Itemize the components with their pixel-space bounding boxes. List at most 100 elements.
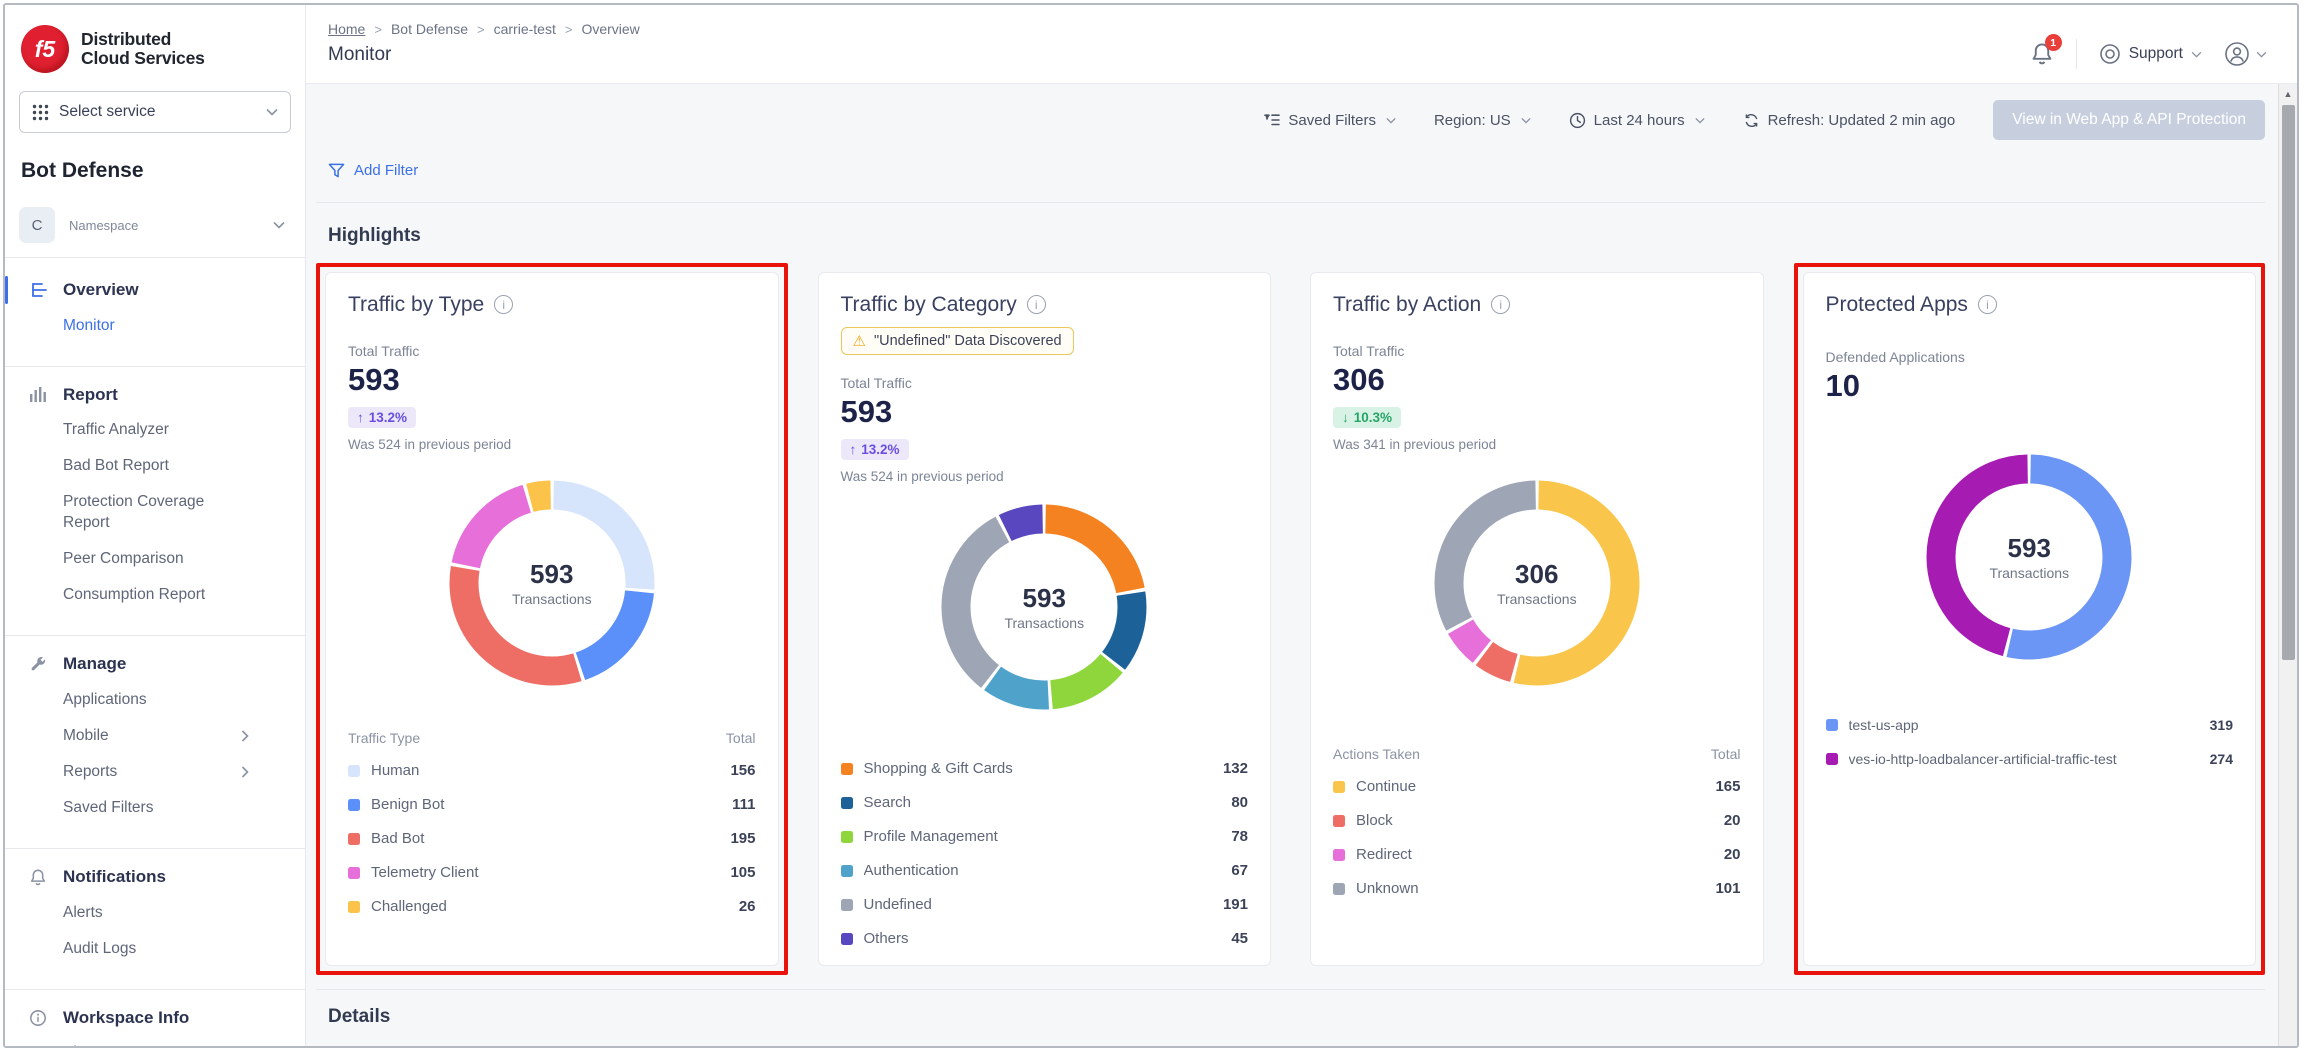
highlights-heading: Highlights	[328, 225, 2265, 247]
info-icon	[27, 1008, 49, 1028]
legend-label: Telemetry Client	[371, 864, 720, 881]
donut-center-value: 306	[1515, 559, 1558, 590]
card-title: Traffic by Category	[841, 293, 1017, 317]
legend-row: Undefined191	[841, 888, 1249, 922]
legend-swatch	[1333, 883, 1345, 895]
sidebar-item-alerts[interactable]: Alerts	[5, 895, 267, 931]
donut-center-value: 593	[2008, 533, 2051, 564]
sidebar-item-monitor[interactable]: Monitor	[5, 308, 267, 344]
notifications-bell-button[interactable]: 1	[2030, 41, 2054, 67]
notification-count-badge: 1	[2045, 34, 2062, 51]
legend-value: 195	[730, 830, 755, 847]
legend-label: Human	[371, 762, 720, 779]
product-title: Bot Defense	[21, 159, 289, 183]
sidebar-group-label: Report	[63, 385, 118, 405]
info-icon[interactable]: i	[494, 295, 513, 314]
previous-period-text: Was 524 in previous period	[841, 469, 1249, 484]
namespace-dropdown[interactable]: C Namespace	[19, 207, 291, 243]
sidebar-item-applications[interactable]: Applications	[5, 682, 267, 718]
chevron-down-icon	[266, 108, 278, 116]
legend-header-total: Total	[1711, 746, 1741, 762]
sidebar-item-notifications[interactable]: Notifications	[5, 859, 305, 895]
sidebar-item-audit-logs[interactable]: Audit Logs	[5, 931, 267, 967]
account-menu[interactable]	[2224, 41, 2267, 67]
saved-filters-dropdown[interactable]: Saved Filters	[1264, 112, 1396, 129]
legend-swatch	[1333, 781, 1345, 793]
main-area: Home > Bot Defense > carrie-test > Overv…	[306, 5, 2297, 1046]
legend-value: 101	[1715, 880, 1740, 897]
divider	[2076, 39, 2077, 69]
legend-label: Block	[1356, 812, 1714, 829]
chevron-right-icon	[241, 730, 249, 742]
sidebar-item-reports[interactable]: Reports	[5, 754, 267, 790]
chevron-right-icon	[241, 766, 249, 778]
support-menu[interactable]: Support	[2099, 43, 2202, 65]
sidebar-item-bad-bot-report[interactable]: Bad Bot Report	[5, 449, 267, 485]
legend-value: 165	[1715, 778, 1740, 795]
breadcrumb-bot-defense[interactable]: Bot Defense	[391, 21, 468, 37]
legend-swatch	[841, 763, 853, 775]
time-range-dropdown[interactable]: Last 24 hours	[1569, 112, 1705, 129]
brand-line2: Cloud Services	[81, 49, 205, 68]
previous-period-text: Was 341 in previous period	[1333, 437, 1741, 452]
view-in-waap-button[interactable]: View in Web App & API Protection	[1993, 100, 2265, 140]
scrollbar-thumb[interactable]	[2282, 105, 2295, 660]
bell-icon	[27, 867, 49, 887]
donut-center-label: Transactions	[1004, 615, 1084, 631]
sidebar-item-protection-coverage-report[interactable]: Protection Coverage Report	[5, 485, 267, 542]
legend-value: 274	[2210, 751, 2233, 767]
legend-row: Challenged26	[348, 890, 756, 924]
sidebar-item-overview[interactable]: Overview	[5, 272, 305, 308]
legend-header-name: Traffic Type	[348, 730, 420, 746]
legend-value: 78	[1231, 828, 1248, 845]
metric-label: Defended Applications	[1826, 349, 2234, 365]
legend-label: Shopping & Gift Cards	[864, 760, 1213, 777]
metric-value: 10	[1826, 368, 2234, 404]
sidebar-item-mobile[interactable]: Mobile	[5, 718, 267, 754]
legend-swatch	[348, 799, 360, 811]
legend-row: test-us-app319	[1826, 708, 2234, 742]
annotation-box-traffic-by-type: Traffic by Type i Total Traffic 593 ↑13.…	[316, 263, 788, 975]
legend-value: 80	[1231, 794, 1248, 811]
sidebar-item-workspace-info[interactable]: Workspace Info	[5, 1000, 305, 1036]
sidebar-item-saved-filters[interactable]: Saved Filters	[5, 790, 267, 826]
card-traffic-by-category: Traffic by Category i ⚠ "Undefined" Data…	[818, 272, 1272, 966]
breadcrumb-home[interactable]: Home	[328, 21, 365, 37]
legend-value: 26	[739, 898, 756, 915]
info-icon[interactable]: i	[1491, 295, 1510, 314]
select-service-dropdown[interactable]: Select service	[19, 91, 291, 133]
refresh-button[interactable]: Refresh: Updated 2 min ago	[1743, 112, 1956, 129]
legend: Shopping & Gift Cards132 Search80 Profil…	[841, 752, 1249, 956]
add-filter-button[interactable]: Add Filter	[328, 162, 418, 179]
arrow-up-icon: ↑	[357, 410, 364, 425]
breadcrumb-separator: >	[374, 22, 382, 37]
vertical-scrollbar[interactable]: ▲	[2278, 84, 2297, 1046]
legend-label: Authentication	[864, 862, 1222, 879]
legend-label: Redirect	[1356, 846, 1714, 863]
chevron-down-icon	[273, 221, 285, 229]
sidebar-item-consumption-report[interactable]: Consumption Report	[5, 578, 267, 614]
sidebar-item-peer-comparison[interactable]: Peer Comparison	[5, 542, 267, 578]
breadcrumb-overview[interactable]: Overview	[581, 21, 639, 37]
metric-value: 593	[841, 394, 1249, 430]
undefined-data-warning-badge[interactable]: ⚠ "Undefined" Data Discovered	[841, 327, 1074, 355]
legend-header-name: Actions Taken	[1333, 746, 1420, 762]
namespace-label: Namespace	[69, 218, 273, 233]
region-dropdown[interactable]: Region: US	[1434, 112, 1531, 129]
sidebar-item-about[interactable]: About	[5, 1036, 267, 1048]
sidebar: f5 Distributed Cloud Services Select ser…	[5, 5, 306, 1046]
info-icon[interactable]: i	[1978, 295, 1997, 314]
legend-value: 111	[732, 796, 755, 813]
sidebar-item-report[interactable]: Report	[5, 377, 305, 413]
info-icon[interactable]: i	[1027, 295, 1046, 314]
legend-value: 132	[1223, 760, 1248, 777]
sidebar-item-traffic-analyzer[interactable]: Traffic Analyzer	[5, 413, 267, 449]
sidebar-item-manage[interactable]: Manage	[5, 646, 305, 682]
breadcrumb-namespace[interactable]: carrie-test	[494, 21, 556, 37]
sidebar-group-label: Notifications	[63, 867, 166, 887]
legend-swatch	[1333, 849, 1345, 861]
legend-row: Unknown101	[1333, 872, 1741, 906]
page-title: Monitor	[328, 44, 640, 66]
sidebar-group-label: Overview	[63, 280, 139, 300]
scroll-up-arrow-icon[interactable]: ▲	[2279, 84, 2297, 103]
